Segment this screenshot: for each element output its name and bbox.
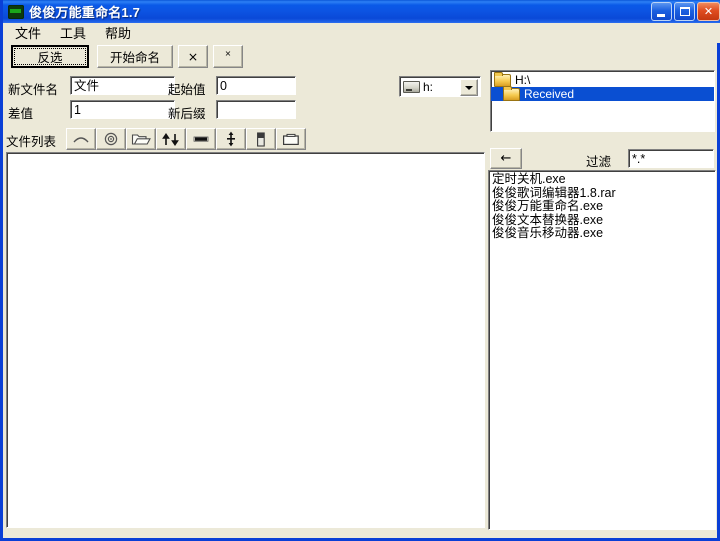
open-folder-icon-button[interactable] [126, 128, 156, 150]
minimize-button[interactable] [651, 2, 672, 21]
tray-folder-icon [283, 133, 299, 145]
up-down-arrows-icon-button[interactable] [156, 128, 186, 150]
window-controls: ✕ [651, 2, 720, 21]
close-x-small-button[interactable]: × [213, 45, 243, 68]
horizontal-bar-icon [193, 136, 209, 142]
menu-help[interactable]: 帮助 [99, 22, 140, 44]
action-toolbar: 反选 开始命名 × × [11, 45, 243, 68]
step-label: 差值 [8, 107, 34, 121]
tree-item-label: H:\ [515, 73, 531, 87]
menu-bar: 文件 工具 帮助 [3, 23, 720, 43]
step-input[interactable]: 1 [70, 100, 175, 119]
window-title: 俊俊万能重命名1.7 [29, 5, 141, 20]
chevron-down-icon[interactable] [460, 79, 478, 96]
start-rename-button[interactable]: 开始命名 [97, 45, 173, 68]
tree-item-received[interactable]: Received [491, 85, 714, 101]
browser-file-list[interactable]: 定时关机.exe 俊俊歌词编辑器1.8.rar 俊俊万能重命名.exe 俊俊文本… [488, 170, 716, 530]
new-name-label: 新文件名 [8, 83, 59, 97]
arch-up-icon-button[interactable] [66, 128, 96, 150]
new-name-input[interactable]: 文件 [70, 76, 175, 95]
menu-file[interactable]: 文件 [9, 22, 50, 44]
start-value-label: 起始值 [168, 83, 206, 97]
target-circle-icon [104, 132, 118, 146]
small-box-icon-button[interactable] [246, 128, 276, 150]
menu-tools[interactable]: 工具 [54, 22, 95, 44]
list-item[interactable]: 俊俊音乐移动器.exe [492, 226, 715, 241]
close-x-button[interactable]: × [178, 45, 208, 68]
filter-input[interactable]: *.* [628, 149, 714, 168]
target-circle-icon-button[interactable] [96, 128, 126, 150]
drive-select[interactable]: h: [399, 76, 481, 97]
tree-item-label: Received [524, 87, 575, 101]
file-list-label: 文件列表 [6, 135, 57, 149]
maximize-button[interactable] [674, 2, 695, 21]
tray-folder-icon-button[interactable] [276, 128, 306, 150]
arch-up-icon [73, 137, 89, 143]
folder-open-icon [503, 85, 520, 101]
tree-item-root[interactable]: H:\ [491, 71, 714, 87]
open-folder-icon [131, 134, 151, 145]
directory-tree[interactable]: H:\ Received [490, 70, 715, 132]
rename-file-list[interactable] [6, 152, 485, 528]
vertical-double-arrow-icon-button[interactable] [216, 128, 246, 150]
list-item[interactable]: 俊俊文本替换器.exe [492, 213, 715, 228]
up-down-arrows-icon [162, 132, 179, 146]
drive-icon [403, 80, 420, 93]
close-icon: ✕ [703, 5, 714, 18]
app-icon [8, 4, 24, 19]
back-button[interactable]: ← [490, 148, 522, 169]
new-suffix-input[interactable] [216, 100, 296, 119]
list-item[interactable]: 俊俊万能重命名.exe [492, 199, 715, 214]
application-window: 俊俊万能重命名1.7 ✕ 文件 工具 帮助 反选 开始命名 × × 新文件名 文… [0, 0, 720, 541]
vertical-double-arrow-icon [227, 131, 235, 147]
file-list-toolbar [66, 128, 306, 150]
horizontal-bar-icon-button[interactable] [186, 128, 216, 150]
minimize-icon [657, 14, 665, 17]
drive-select-value: h: [423, 79, 434, 94]
list-item[interactable]: 俊俊歌词编辑器1.8.rar [492, 186, 715, 201]
list-item[interactable]: 定时关机.exe [492, 172, 715, 187]
title-bar[interactable]: 俊俊万能重命名1.7 ✕ [3, 0, 720, 23]
start-value-input[interactable]: 0 [216, 76, 296, 95]
new-suffix-label: 新后缀 [168, 107, 206, 121]
maximize-icon [680, 7, 690, 16]
small-box-icon [257, 131, 265, 147]
folder-icon [494, 71, 511, 87]
filter-label: 过滤 [586, 155, 612, 169]
close-button[interactable]: ✕ [697, 2, 720, 21]
invert-selection-button[interactable]: 反选 [11, 45, 89, 68]
